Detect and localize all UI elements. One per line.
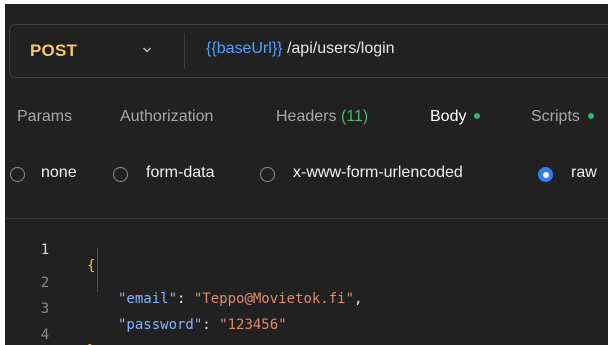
request-bar: POST {{baseUrl}} /api/users/login xyxy=(9,24,608,78)
active-dot-icon xyxy=(587,112,594,119)
line-number: 1 xyxy=(40,242,50,258)
tab-params[interactable]: Params xyxy=(17,108,72,126)
divider xyxy=(184,33,185,69)
radio-button[interactable] xyxy=(10,167,25,182)
url-input[interactable]: {{baseUrl}} /api/users/login xyxy=(206,40,395,58)
divider xyxy=(5,218,608,219)
code-line: 2 "email": "Teppo@Movietok.fi", xyxy=(5,259,608,307)
headers-count-badge: (11) xyxy=(340,108,369,125)
radio-label[interactable]: form-data xyxy=(146,164,214,182)
indent-guide xyxy=(97,248,98,292)
url-path: /api/users/login xyxy=(282,40,395,57)
radio-button-selected[interactable] xyxy=(538,167,553,182)
line-number: 4 xyxy=(40,327,50,343)
radio-button[interactable] xyxy=(260,167,275,182)
code-line: 4 } xyxy=(5,311,608,345)
chevron-down-icon[interactable] xyxy=(142,45,152,55)
tab-scripts[interactable]: Scripts xyxy=(531,108,594,126)
active-dot-icon xyxy=(474,112,481,119)
tab-headers-label: Headers xyxy=(276,108,337,125)
code-line: 1 { xyxy=(5,226,608,274)
tab-body-label: Body xyxy=(430,108,467,125)
radio-label[interactable]: x-www-form-urlencoded xyxy=(293,164,463,182)
method-selector[interactable]: POST xyxy=(30,41,77,61)
code-line: 3 "password": "123456" xyxy=(5,285,608,333)
tab-authorization[interactable]: Authorization xyxy=(120,108,213,126)
radio-label[interactable]: none xyxy=(41,164,77,182)
code-editor[interactable]: 1 { 2 "email": "Teppo@Movietok.fi", 3 "p… xyxy=(5,226,608,345)
tab-headers[interactable]: Headers (11) xyxy=(276,108,368,126)
tab-body[interactable]: Body xyxy=(430,108,481,126)
request-editor-panel: POST {{baseUrl}} /api/users/login Params… xyxy=(5,4,608,345)
radio-label[interactable]: raw xyxy=(571,164,597,182)
radio-button[interactable] xyxy=(113,167,128,182)
tab-scripts-label: Scripts xyxy=(531,108,580,125)
url-variable: {{baseUrl}} xyxy=(206,40,283,57)
